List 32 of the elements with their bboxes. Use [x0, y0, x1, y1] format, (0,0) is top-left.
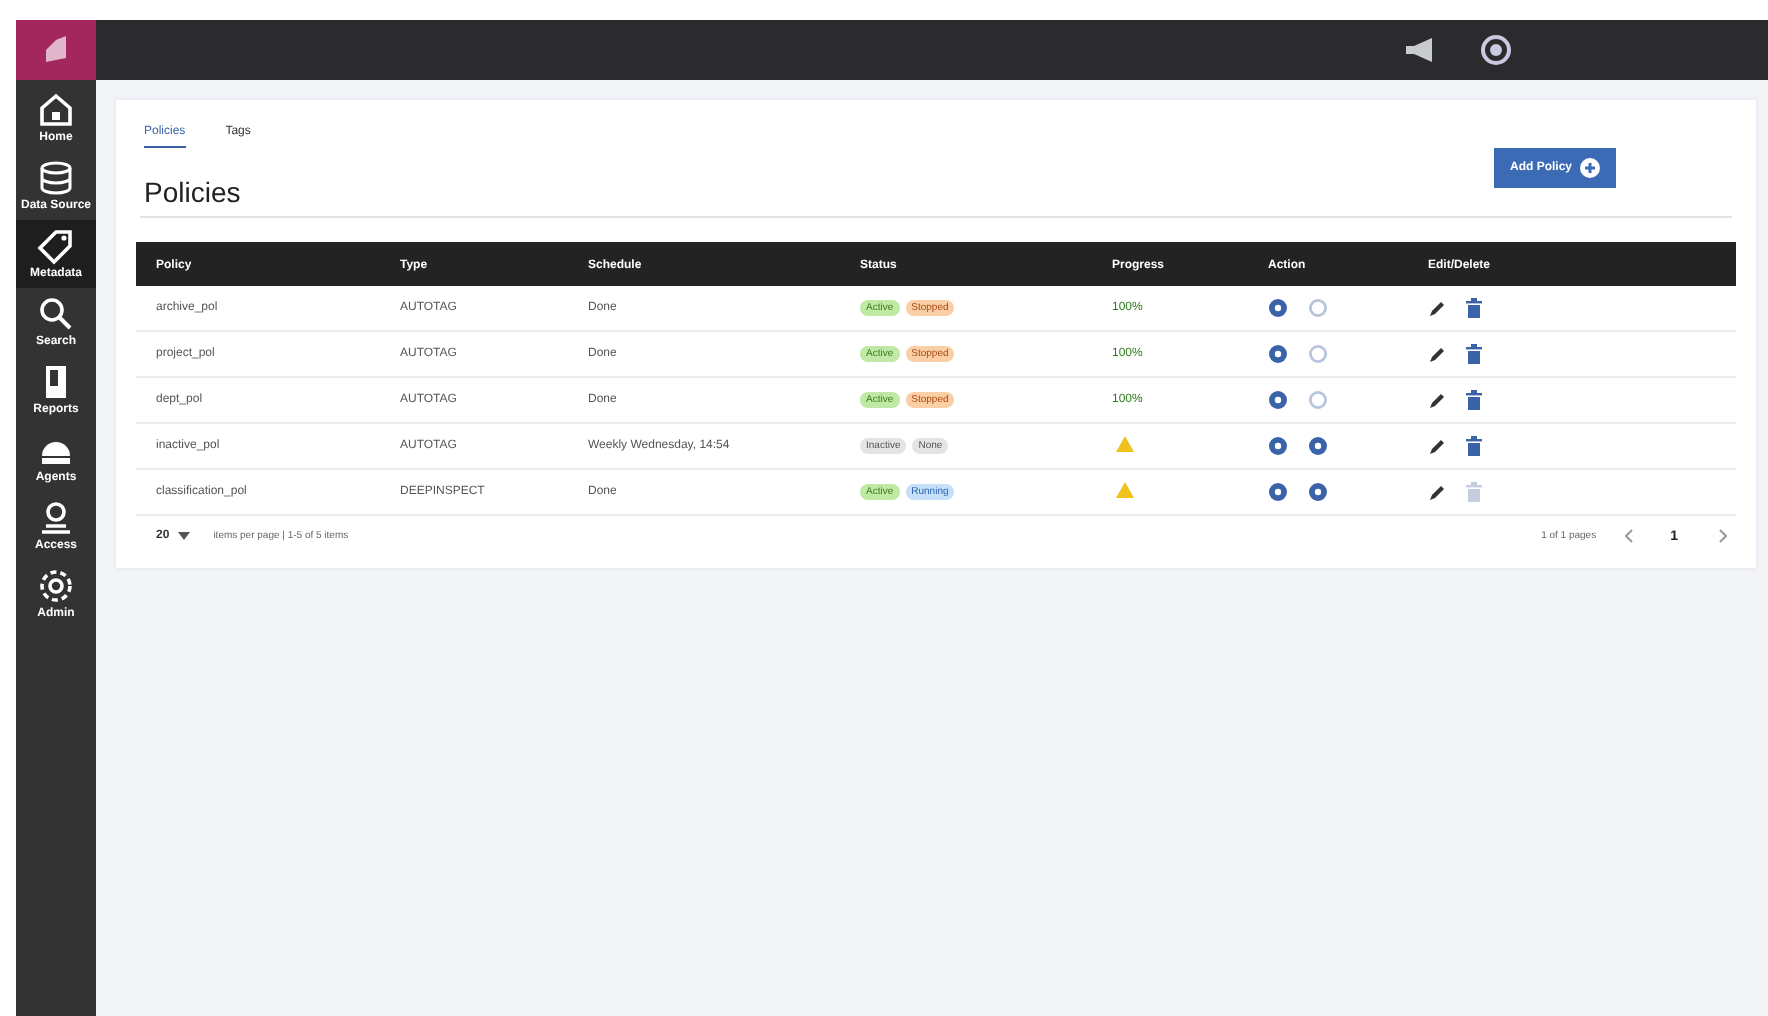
next-page-icon[interactable] [1718, 528, 1728, 544]
search-icon [36, 294, 76, 334]
filled-circle-icon[interactable] [1308, 436, 1328, 456]
previous-page-icon[interactable] [1624, 528, 1635, 544]
trash-icon[interactable] [1466, 344, 1482, 364]
trash-icon[interactable] [1466, 436, 1482, 456]
trash-icon[interactable] [1466, 298, 1482, 318]
filled-circle-icon[interactable] [1268, 298, 1288, 318]
tag-icon [36, 226, 76, 266]
warning-icon [1116, 482, 1134, 498]
pencil-icon[interactable] [1428, 483, 1446, 501]
logo-icon[interactable] [16, 20, 96, 80]
pencil-icon[interactable] [1428, 391, 1446, 409]
user-icon [36, 498, 76, 538]
database-icon [36, 158, 76, 198]
filled-circle-icon[interactable] [1268, 436, 1288, 456]
page-title: Policies [144, 176, 241, 208]
plus-circle-icon [1580, 158, 1600, 178]
warning-icon [1116, 436, 1134, 452]
settings-icon [36, 566, 76, 606]
filled-circle-icon[interactable] [1268, 344, 1288, 364]
pencil-icon[interactable] [1428, 437, 1446, 455]
pencil-icon[interactable] [1428, 345, 1446, 363]
filled-circle-icon[interactable] [1308, 482, 1328, 502]
filled-circle-icon[interactable] [1268, 390, 1288, 410]
filled-circle-icon[interactable] [1268, 482, 1288, 502]
megaphone-icon[interactable] [1404, 38, 1436, 62]
home-icon [36, 90, 76, 130]
user-circle-icon[interactable] [1480, 34, 1512, 66]
trash-icon[interactable] [1466, 390, 1482, 410]
pencil-icon[interactable] [1428, 299, 1446, 317]
caret-icon [177, 532, 190, 540]
